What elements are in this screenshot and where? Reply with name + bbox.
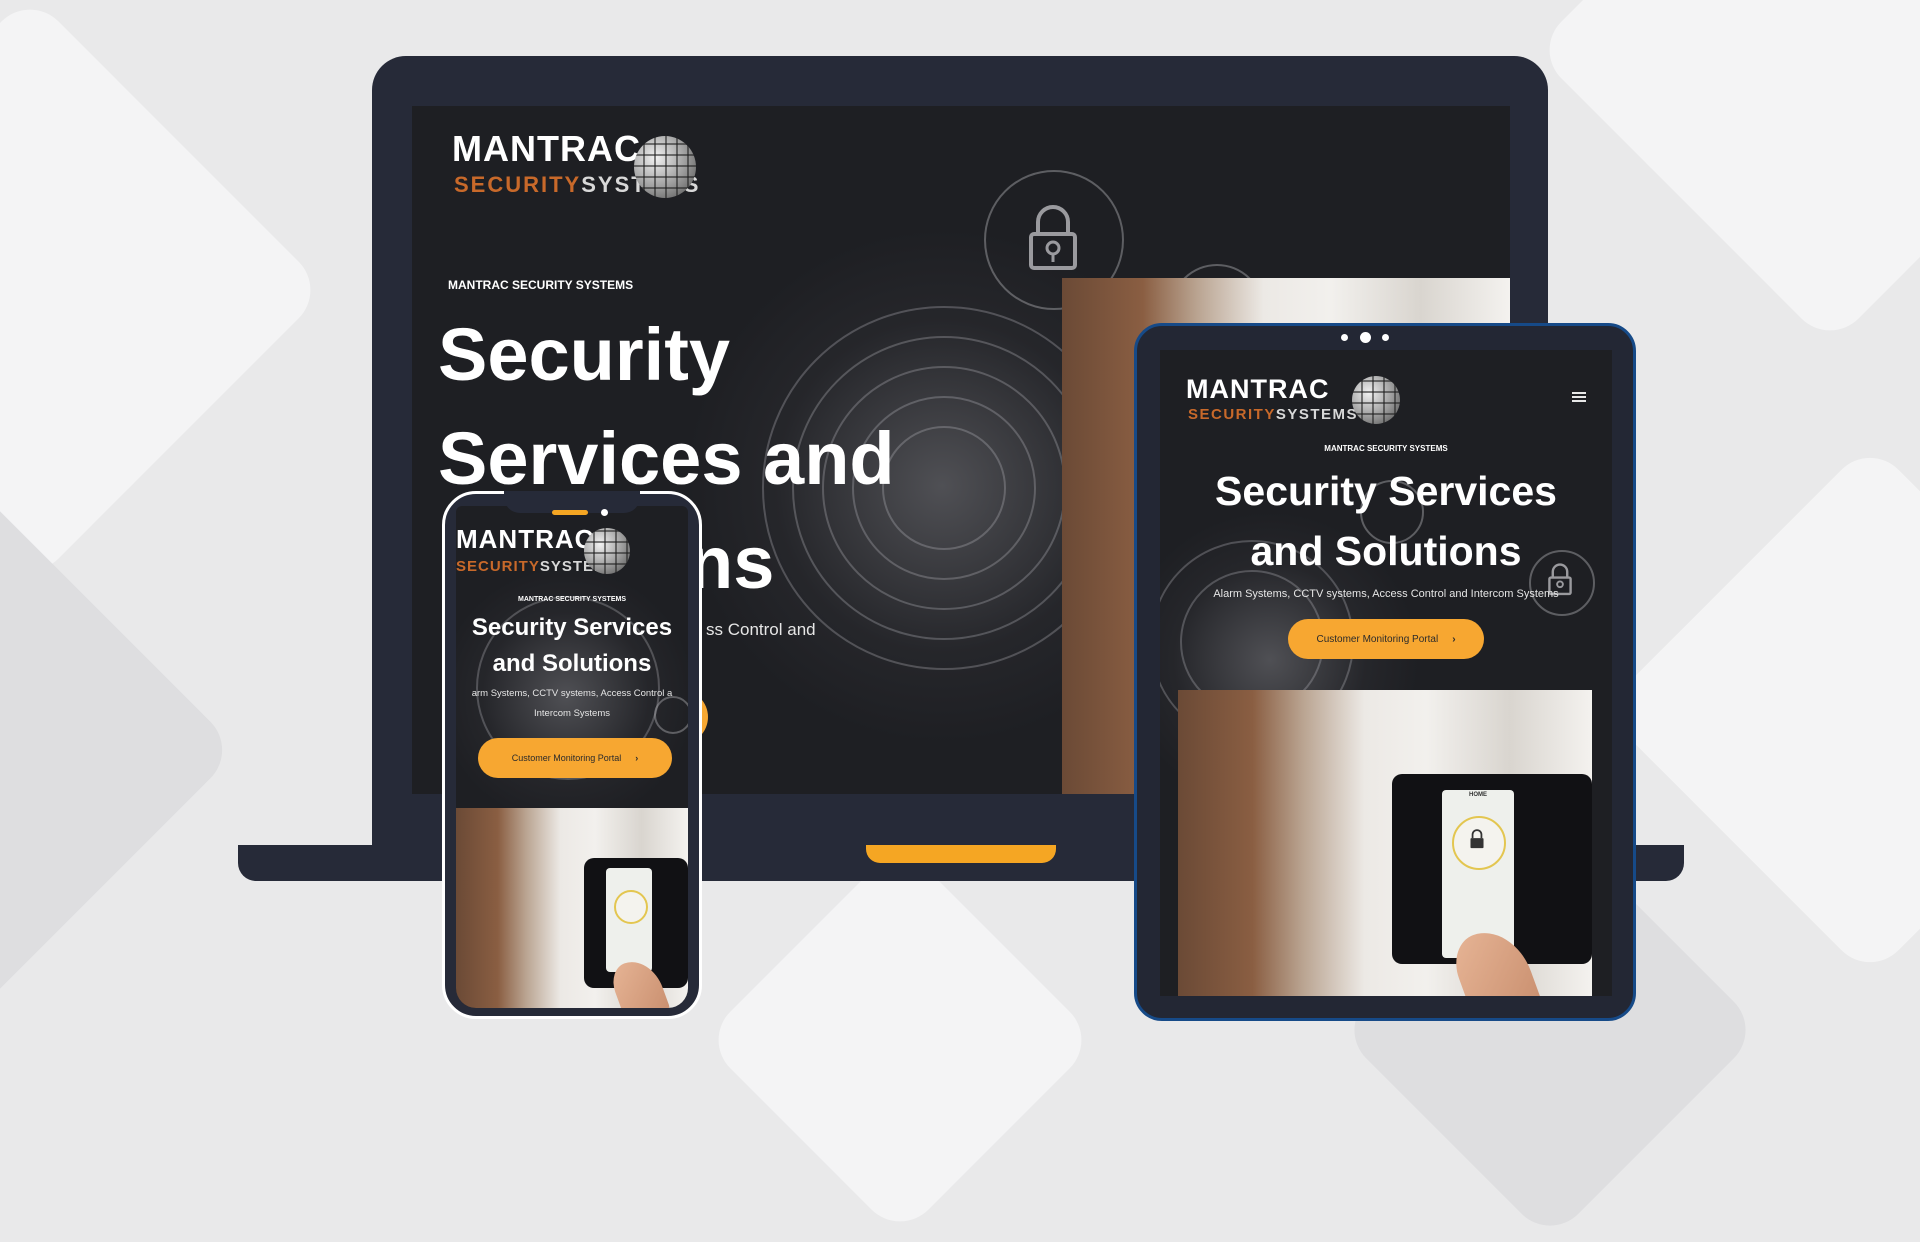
padlock-icon: [1029, 205, 1077, 270]
hero-title-line1: Security Services: [471, 614, 673, 641]
hero-eyebrow: MANTRAC SECURITY SYSTEMS: [518, 596, 626, 603]
padlock-icon: [1470, 829, 1484, 849]
laptop-notch: [866, 845, 1056, 863]
tablet-screen: MANTRAC SECURITYSYSTEMS MANTRAC SECURITY…: [1160, 350, 1612, 996]
hero-subtitle-line2: Intercom Systems: [533, 708, 611, 719]
customer-portal-button-label: Customer Monitoring Portal: [1316, 633, 1439, 645]
brand-sub-security: SECURITY: [456, 558, 540, 575]
hamburger-menu-icon[interactable]: [1572, 392, 1586, 402]
chevron-right-icon: ›: [635, 753, 639, 763]
keypad-label: HOME: [1469, 792, 1487, 798]
background-tile: [1601, 441, 1920, 979]
brand-sub-systems: SYSTEMS: [1275, 406, 1359, 423]
customer-portal-button[interactable]: Customer Monitoring Portal ›: [1288, 619, 1484, 659]
brand-sub-security: SECURITY: [1188, 406, 1276, 423]
background-tile: [0, 0, 327, 587]
globe-logo-icon: [634, 136, 696, 198]
tablet-camera: [1341, 334, 1348, 341]
brand-logo-subtext: SECURITYSYSTEMS: [1188, 406, 1358, 423]
fingerprint-graphic: [882, 426, 1006, 550]
hero-title-line2: and Solutions: [492, 650, 652, 677]
chevron-right-icon: ›: [1452, 633, 1456, 645]
brand-logo-text: MANTRAC: [1186, 374, 1330, 404]
globe-logo-icon: [1352, 376, 1400, 424]
brand-logo-text: MANTRAC: [452, 128, 641, 169]
brand-sub-security: SECURITY: [454, 172, 582, 197]
hero-subtitle-line1: arm Systems, CCTV systems, Access Contro…: [471, 688, 673, 699]
customer-portal-button[interactable]: Customer Monitoring Portal ›: [478, 738, 672, 778]
padlock-icon: [614, 890, 648, 924]
hero-title-line2: and Solutions: [1250, 528, 1522, 574]
hero-eyebrow: MANTRAC SECURITY SYSTEMS: [448, 278, 634, 292]
background-tile: [702, 842, 1098, 1238]
hero-title-line1: Security Services: [1215, 468, 1557, 514]
phone-camera: [601, 509, 608, 516]
tablet-camera: [1382, 334, 1389, 341]
background-tile: [1533, 0, 1920, 347]
tablet-camera: [1360, 332, 1371, 343]
hero-subtitle: Alarm Systems, CCTV systems, Access Cont…: [1213, 588, 1559, 600]
phone-screen: MANTRAC SECURITYSYSTEMS MANTRAC SECURITY…: [456, 506, 688, 1008]
brand-logo-text: MANTRAC: [456, 524, 595, 554]
phone-speaker: [552, 510, 588, 515]
background-tile: [0, 481, 239, 1019]
hero-subtitle: ss Control and: [706, 620, 816, 639]
customer-portal-button-label: Customer Monitoring Portal: [511, 753, 622, 763]
globe-logo-icon: [584, 528, 630, 574]
hero-eyebrow: MANTRAC SECURITY SYSTEMS: [1324, 444, 1448, 453]
hero-title-line1: Security: [438, 313, 731, 396]
hero-title-line2: Services and: [438, 417, 895, 500]
